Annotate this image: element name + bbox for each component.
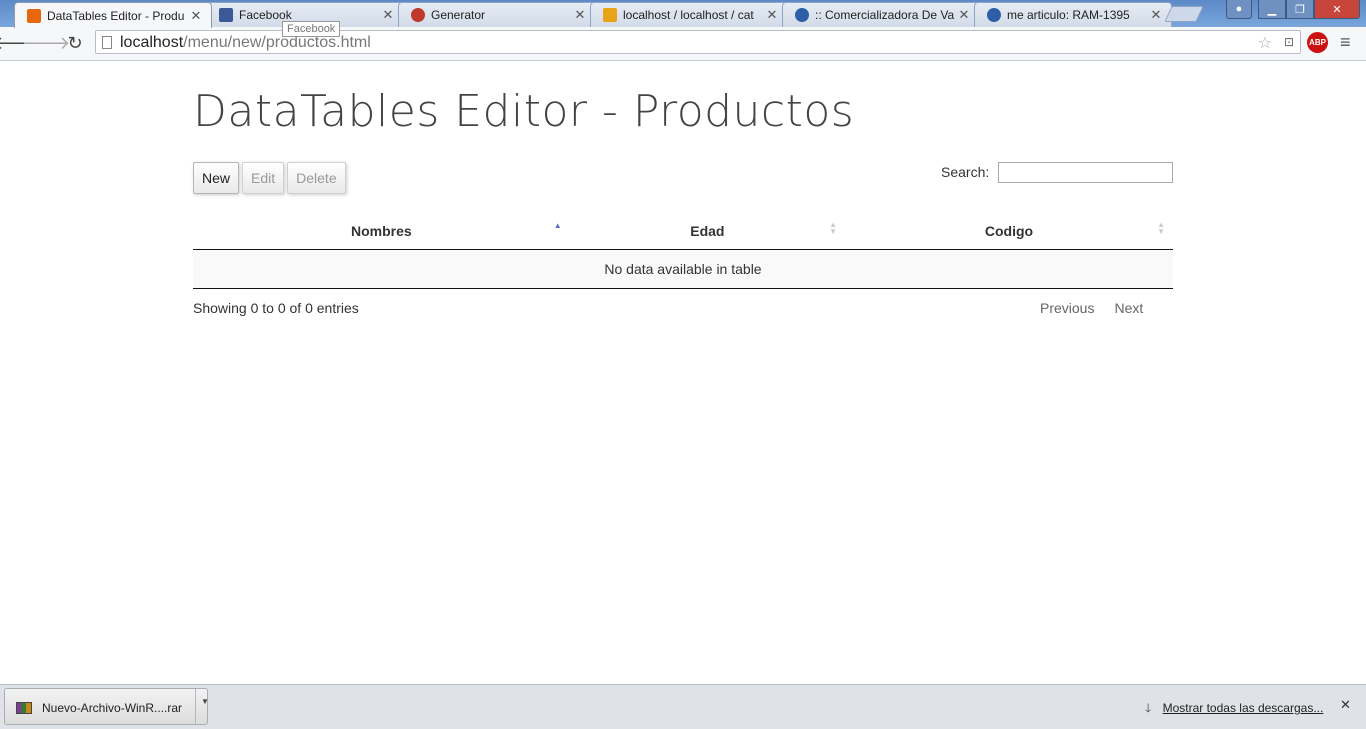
download-item[interactable]: Nuevo-Archivo-WinR....rar ▼ bbox=[4, 688, 209, 725]
tab-title: :: Comercializadora De Va bbox=[815, 8, 955, 22]
close-icon[interactable]: ✕ bbox=[573, 7, 587, 23]
close-icon[interactable]: ✕ bbox=[765, 7, 779, 23]
html-orange-icon bbox=[27, 8, 41, 23]
close-icon[interactable]: ✕ bbox=[381, 7, 395, 23]
table-header-row: Nombres ▲ Edad ▲ ▼ Codigo ▲ ▼ bbox=[193, 212, 1173, 250]
chevron-down-icon[interactable]: ▼ bbox=[201, 697, 209, 706]
column-header-nombres[interactable]: Nombres ▲ bbox=[193, 212, 570, 250]
site-icon bbox=[987, 8, 1001, 22]
search-input[interactable] bbox=[998, 162, 1173, 183]
url-path: /menu/new/productos.html bbox=[183, 34, 371, 51]
close-icon[interactable]: ✕ bbox=[957, 7, 971, 23]
facebook-icon bbox=[219, 8, 233, 22]
delete-button[interactable]: Delete bbox=[287, 162, 346, 194]
empty-table-message: No data available in table bbox=[193, 249, 1173, 289]
new-tab-button[interactable] bbox=[1164, 6, 1204, 22]
data-table: Nombres ▲ Edad ▲ ▼ Codigo ▲ ▼ No data avai… bbox=[193, 212, 1173, 289]
page-title: DataTables Editor - Productos bbox=[193, 86, 855, 137]
forward-arrow-icon[interactable]: 🡒 bbox=[22, 32, 70, 54]
new-button[interactable]: New bbox=[193, 162, 240, 194]
table-row: No data available in table bbox=[193, 249, 1173, 289]
generator-icon bbox=[411, 8, 425, 22]
tab-strip: DataTables Editor - Produ ✕ Facebook ✕ G… bbox=[0, 0, 1366, 28]
download-file-name: Nuevo-Archivo-WinR....rar bbox=[42, 701, 183, 715]
minimize-icon[interactable]: ▁ bbox=[1258, 0, 1286, 19]
tab-datatables-editor[interactable]: DataTables Editor - Produ ✕ bbox=[14, 2, 212, 28]
next-page-button[interactable]: Next bbox=[1104, 300, 1153, 316]
pagination: Previous Next bbox=[1030, 300, 1153, 316]
tab-title: DataTables Editor - Produ bbox=[47, 8, 185, 23]
winrar-archive-icon bbox=[16, 702, 32, 714]
phpmyadmin-icon bbox=[603, 8, 617, 22]
site-icon bbox=[795, 8, 809, 22]
address-bar[interactable]: localhost/menu/new/productos.html ☆ ⊡ bbox=[95, 30, 1301, 54]
bookmark-star-icon[interactable]: ☆ bbox=[1258, 33, 1272, 53]
column-label: Nombres bbox=[351, 222, 412, 239]
search-label: Search: bbox=[941, 164, 990, 180]
download-menu-button[interactable] bbox=[195, 689, 209, 724]
column-header-codigo[interactable]: Codigo ▲ ▼ bbox=[844, 212, 1173, 250]
show-all-downloads-link[interactable]: Mostrar todas las descargas... bbox=[1163, 701, 1324, 715]
tab-title: me articulo: RAM-1395 bbox=[1007, 8, 1130, 22]
window-close-icon[interactable]: ✕ bbox=[1314, 0, 1360, 19]
editor-button-group: New Edit Delete bbox=[193, 162, 349, 194]
close-icon[interactable]: ✕ bbox=[189, 8, 203, 24]
menu-icon[interactable]: ≡ bbox=[1340, 32, 1351, 53]
column-label: Edad bbox=[690, 222, 725, 239]
download-arrow-icon: 🡓 bbox=[1145, 701, 1152, 715]
tab-comercializadora[interactable]: :: Comercializadora De Va ✕ bbox=[782, 2, 980, 27]
column-label: Codigo bbox=[984, 222, 1034, 239]
page-icon bbox=[102, 36, 112, 49]
tab-me-articulo[interactable]: me articulo: RAM-1395 ✕ bbox=[974, 2, 1172, 27]
tab-title: Generator bbox=[431, 8, 486, 22]
column-header-edad[interactable]: Edad ▲ ▼ bbox=[569, 212, 845, 250]
edit-button[interactable]: Edit bbox=[242, 162, 285, 194]
window-controls: ● ▁ ❐ ✕ bbox=[1226, 0, 1360, 19]
sort-both-icon: ▲ ▼ bbox=[829, 220, 837, 236]
url-host: localhost bbox=[120, 34, 184, 51]
user-icon[interactable]: ● bbox=[1226, 0, 1252, 19]
download-shelf: Nuevo-Archivo-WinR....rar ▼ 🡓 Mostrar to… bbox=[0, 684, 1366, 729]
close-icon[interactable]: ✕ bbox=[1340, 697, 1351, 713]
maximize-icon[interactable]: ❐ bbox=[1286, 0, 1314, 19]
translate-icon[interactable]: ⊡ bbox=[1284, 35, 1294, 49]
sort-both-icon: ▲ ▼ bbox=[1157, 220, 1165, 236]
table-info: Showing 0 to 0 of 0 entries bbox=[193, 300, 359, 316]
tab-title: Facebook bbox=[239, 8, 292, 22]
adblock-plus-icon[interactable]: ABP bbox=[1307, 32, 1328, 53]
browser-toolbar: 🡐 🡒 ↻ localhost/menu/new/productos.html … bbox=[0, 27, 1366, 61]
sort-ascending-icon: ▲ bbox=[553, 221, 562, 230]
tab-generator[interactable]: Generator ✕ bbox=[398, 2, 596, 27]
tab-tooltip: Facebook bbox=[282, 21, 341, 37]
previous-page-button[interactable]: Previous bbox=[1030, 300, 1104, 316]
reload-icon[interactable]: ↻ bbox=[64, 32, 86, 54]
tab-title: localhost / localhost / cat bbox=[623, 8, 754, 22]
show-all-downloads[interactable]: 🡓 Mostrar todas las descargas... bbox=[1145, 699, 1323, 720]
close-icon[interactable]: ✕ bbox=[1149, 7, 1163, 23]
tab-phpmyadmin[interactable]: localhost / localhost / cat ✕ bbox=[590, 2, 788, 27]
